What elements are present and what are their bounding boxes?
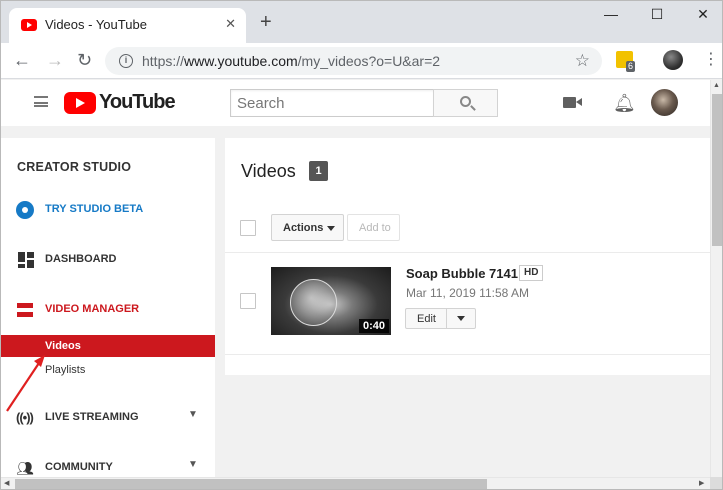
account-avatar[interactable] — [651, 89, 678, 116]
youtube-wordmark[interactable]: YouTube — [99, 91, 176, 114]
browser-menu-icon[interactable]: ⋮ — [703, 48, 719, 72]
browser-profile-avatar[interactable] — [663, 50, 683, 70]
video-thumbnail[interactable]: 0:40 — [271, 267, 391, 335]
sidebar-item-label: DASHBOARD — [45, 253, 117, 265]
video-manager-icon — [16, 301, 36, 319]
edit-button[interactable]: Edit — [417, 313, 436, 325]
tab-title: Videos - YouTube — [45, 17, 147, 32]
youtube-logo-icon[interactable] — [64, 92, 96, 114]
upload-video-icon[interactable] — [563, 97, 582, 108]
hd-badge: HD — [519, 265, 544, 281]
sidebar-item-dashboard[interactable]: DASHBOARD — [1, 248, 215, 272]
video-row-checkbox[interactable] — [240, 293, 256, 309]
horizontal-scroll-thumb[interactable] — [15, 479, 487, 489]
video-title-link[interactable]: Soap Bubble 7141 — [406, 266, 518, 281]
vertical-scrollbar[interactable]: ▲ — [710, 80, 722, 477]
sidebar-item-community[interactable]: 👥︎ COMMUNITY ▼ — [1, 456, 215, 477]
window-close-button[interactable]: ✕ — [683, 3, 722, 25]
back-icon[interactable]: ← — [13, 49, 31, 71]
vertical-scroll-thumb[interactable] — [712, 94, 722, 246]
scroll-left-arrow-icon[interactable]: ◀ — [4, 479, 9, 487]
sidebar-item-video-manager[interactable]: VIDEO MANAGER — [1, 298, 215, 322]
search-icon — [460, 96, 471, 107]
extension-badge: 6 — [626, 61, 636, 72]
actions-dropdown-button[interactable]: Actions — [271, 214, 344, 241]
youtube-favicon-icon — [21, 19, 37, 31]
new-tab-button[interactable]: + — [260, 11, 272, 33]
url-text[interactable]: https://www.youtube.com/my_videos?o=U&ar… — [142, 53, 440, 69]
scrollbar-corner — [710, 477, 722, 489]
soap-bubble-image — [290, 279, 337, 326]
edit-button-group: Edit — [405, 308, 476, 329]
add-to-button[interactable]: Add to — [347, 214, 400, 241]
sidebar-item-try-studio-beta[interactable]: TRY STUDIO BETA — [1, 198, 215, 222]
youtube-header: YouTube Search 🔔︎ — [1, 80, 710, 126]
sidebar-item-label: TRY STUDIO BETA — [45, 203, 144, 215]
video-count-badge: 1 — [309, 161, 328, 181]
creator-studio-sidebar: CREATOR STUDIO TRY STUDIO BETA DASHBOARD… — [1, 138, 215, 477]
sidebar-item-label: VIDEO MANAGER — [45, 303, 140, 315]
add-to-label: Add to — [359, 222, 391, 234]
site-info-icon[interactable]: i — [119, 54, 133, 68]
browser-window: Videos - YouTube ✕ + — ☐ ✕ ← → ↻ i https… — [0, 0, 723, 490]
address-bar[interactable]: i https://www.youtube.com/my_videos?o=U&… — [105, 47, 602, 75]
sidebar-item-label: COMMUNITY — [45, 461, 113, 473]
scroll-up-arrow-icon[interactable]: ▲ — [713, 82, 720, 89]
title-bar: Videos - YouTube ✕ + — ☐ ✕ — [1, 1, 722, 43]
notifications-bell-icon[interactable]: 🔔︎ — [613, 92, 636, 114]
annotation-arrow-icon — [6, 355, 45, 412]
divider — [225, 252, 710, 253]
browser-tab[interactable]: Videos - YouTube ✕ — [9, 8, 246, 43]
maximize-button[interactable]: ☐ — [637, 3, 677, 25]
community-icon: 👥︎ — [16, 460, 34, 476]
select-all-checkbox[interactable] — [240, 220, 256, 236]
search-button[interactable] — [433, 89, 498, 117]
gear-icon — [16, 201, 34, 219]
page-title: Videos — [241, 161, 296, 181]
tab-close-icon[interactable]: ✕ — [225, 16, 236, 32]
browser-toolbar: ← → ↻ i https://www.youtube.com/my_video… — [1, 43, 722, 79]
hamburger-menu-icon[interactable] — [34, 96, 48, 107]
forward-icon[interactable]: → — [46, 49, 64, 71]
chevron-down-icon[interactable]: ▼ — [188, 459, 198, 470]
chevron-down-icon[interactable]: ▼ — [188, 409, 198, 420]
search-placeholder: Search — [237, 95, 285, 112]
video-date: Mar 11, 2019 11:58 AM — [406, 286, 529, 300]
divider — [225, 354, 710, 355]
dashboard-icon — [16, 251, 36, 269]
reload-icon[interactable]: ↻ — [77, 49, 92, 71]
scroll-right-arrow-icon[interactable]: ▶ — [699, 479, 704, 487]
videos-card: Videos 1 Actions Add to 0:40 Soap Bubble… — [225, 138, 710, 375]
caret-down-icon — [327, 226, 335, 231]
search-input[interactable]: Search — [230, 89, 434, 117]
creator-studio-heading: CREATOR STUDIO — [17, 160, 132, 174]
bookmark-star-icon[interactable]: ☆ — [575, 51, 590, 71]
video-duration: 0:40 — [358, 319, 389, 333]
actions-label: Actions — [283, 222, 324, 234]
horizontal-scrollbar[interactable]: ◀ ▶ — [1, 477, 710, 489]
separator — [446, 309, 447, 328]
edit-dropdown-caret-icon[interactable] — [457, 316, 465, 321]
minimize-button[interactable]: — — [591, 3, 631, 25]
